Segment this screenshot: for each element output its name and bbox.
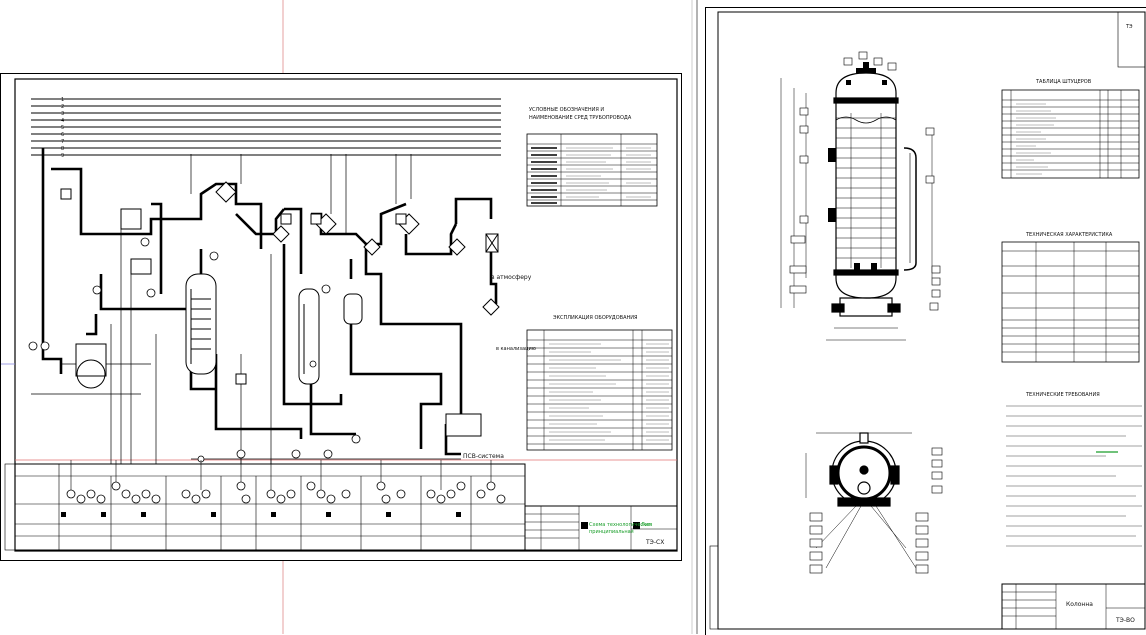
svg-text:ЭКСПЛИКАЦИЯ ОБОРУДОВАНИЯ: ЭКСПЛИКАЦИЯ ОБОРУДОВАНИЯ [553, 315, 637, 321]
svg-text:7: 7 [61, 139, 64, 145]
svg-text:ТЕХНИЧЕСКАЯ ХАРАКТЕРИСТИКА: ТЕХНИЧЕСКАЯ ХАРАКТЕРИСТИКА [1025, 232, 1113, 238]
process-flow-diagram: 123 456 789 УСЛОВНЫЕ ОБОЗНАЧЕНИЯ И НАИМЕ… [1, 78, 678, 552]
svg-text:в канализацию: в канализацию [496, 346, 536, 352]
svg-text:ТЕХНИЧЕСКИЕ ТРЕБОВАНИЯ: ТЕХНИЧЕСКИЕ ТРЕБОВАНИЯ [1025, 392, 1100, 398]
svg-text:3: 3 [61, 111, 64, 117]
cad-viewport[interactable]: 123 456 789 УСЛОВНЫЕ ОБОЗНАЧЕНИЯ И НАИМЕ… [0, 0, 1146, 635]
svg-text:5: 5 [61, 125, 64, 131]
svg-text:ТАБЛИЦА ШТУЦЕРОВ: ТАБЛИЦА ШТУЦЕРОВ [1035, 79, 1092, 85]
svg-text:принципиальная: принципиальная [589, 529, 634, 535]
svg-text:2: 2 [61, 104, 64, 110]
svg-text:ТЭ-СХ: ТЭ-СХ [645, 539, 664, 546]
svg-text:в атмосферу: в атмосферу [491, 274, 532, 281]
svg-text:6: 6 [61, 132, 64, 138]
svg-text:ТЭ-ВО: ТЭ-ВО [1115, 617, 1135, 624]
svg-text:Колонна: Колонна [1066, 601, 1093, 608]
svg-text:8: 8 [61, 146, 64, 152]
svg-text:4: 4 [61, 118, 64, 124]
svg-text:Лит.: Лит. [641, 522, 653, 528]
svg-text:ТЭ: ТЭ [1125, 24, 1133, 30]
right-drawing-sheet[interactable]: ТЭ ТАБЛИЦА ШТУЦЕРОВ ТЕХНИЧЕСКАЯ ХАРАКТЕР… [705, 7, 1146, 635]
svg-text:9: 9 [61, 153, 64, 159]
svg-text:ПСВ-система: ПСВ-система [463, 453, 504, 460]
svg-text:НАИМЕНОВАНИЕ СРЕД ТРУБОПРОВОДА: НАИМЕНОВАНИЕ СРЕД ТРУБОПРОВОДА [529, 115, 632, 121]
svg-text:УСЛОВНЫЕ ОБОЗНАЧЕНИЯ И: УСЛОВНЫЕ ОБОЗНАЧЕНИЯ И [529, 107, 604, 113]
left-drawing-sheet[interactable]: 123 456 789 УСЛОВНЫЕ ОБОЗНАЧЕНИЯ И НАИМЕ… [0, 73, 682, 561]
vessel-drawing: ТЭ ТАБЛИЦА ШТУЦЕРОВ ТЕХНИЧЕСКАЯ ХАРАКТЕР… [709, 11, 1146, 630]
svg-text:1: 1 [61, 97, 64, 103]
